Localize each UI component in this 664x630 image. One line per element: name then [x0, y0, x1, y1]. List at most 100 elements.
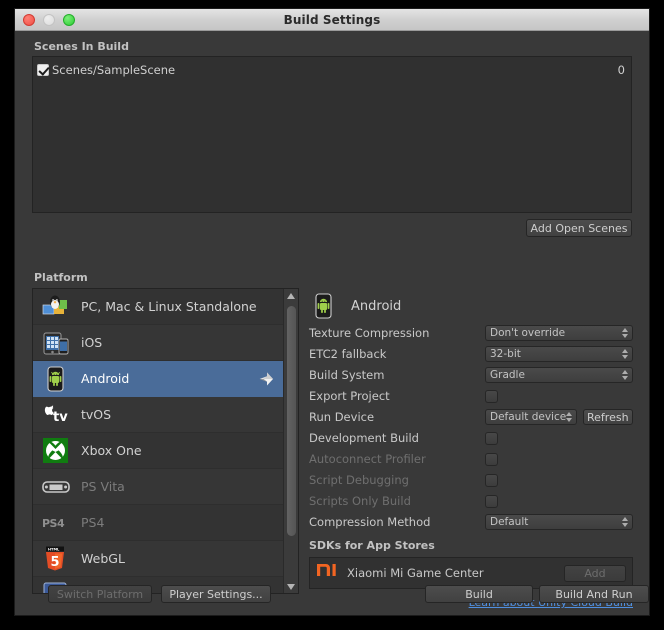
stepper-arrows-icon	[622, 349, 628, 359]
xbox-icon	[41, 437, 71, 464]
scripts-only-build-checkbox	[485, 494, 498, 508]
platform-item-xbox-one[interactable]: Xbox One	[33, 433, 283, 469]
setting-row-autoconnect-profiler: Autoconnect Profiler	[309, 450, 633, 468]
standalone-icon	[41, 294, 71, 320]
scenes-in-build-label: Scenes In Build	[34, 40, 129, 53]
setting-label: Script Debugging	[309, 473, 409, 487]
selected-platform-header: Android	[309, 288, 633, 324]
android-icon	[309, 293, 339, 319]
setting-label: Scripts Only Build	[309, 494, 411, 508]
platform-item-label: tvOS	[81, 407, 112, 422]
build-settings-window: Build Settings Scenes In Build Scenes/Sa…	[14, 8, 650, 616]
close-button[interactable]	[23, 13, 35, 26]
setting-label: Export Project	[309, 389, 390, 403]
svg-text:5: 5	[51, 555, 60, 570]
platform-item-standalone[interactable]: PC, Mac & Linux Standalone	[33, 289, 283, 325]
export-project-checkbox[interactable]	[485, 389, 498, 403]
build-and-run-button[interactable]: Build And Run	[539, 585, 649, 603]
setting-row-compression-method: Compression Method Default	[309, 513, 633, 531]
setting-row-build-system: Build System Gradle	[309, 366, 633, 384]
webgl-icon: HTML 5	[41, 546, 71, 572]
build-button[interactable]: Build	[425, 585, 533, 603]
dropdown-value: Don't override	[490, 327, 566, 339]
window-body: Scenes In Build Scenes/SampleScene 0 Add…	[15, 31, 649, 615]
tvos-icon: tv	[41, 402, 71, 428]
setting-row-script-debugging: Script Debugging	[309, 471, 633, 489]
platform-item-android[interactable]: Android	[33, 361, 283, 397]
build-system-dropdown[interactable]: Gradle	[485, 367, 633, 383]
platform-item-tvos[interactable]: tv tvOS	[33, 397, 283, 433]
platform-list[interactable]: PC, Mac & Linux Standalone iOS Android t…	[32, 288, 299, 594]
dropdown-value: Default device	[490, 411, 567, 423]
refresh-devices-button[interactable]: Refresh	[582, 409, 633, 425]
platform-item-label: PS4	[81, 515, 105, 530]
run-device-dropdown[interactable]: Default device	[485, 409, 577, 425]
setting-row-etc2-fallback: ETC2 fallback 32-bit	[309, 345, 633, 363]
ps4-icon: PS4	[41, 510, 71, 536]
setting-label: Compression Method	[309, 515, 431, 529]
platform-item-label: Xbox One	[81, 443, 142, 458]
switch-platform-button[interactable]: Switch Platform	[48, 585, 152, 603]
player-settings-button[interactable]: Player Settings...	[161, 585, 271, 603]
setting-row-export-project: Export Project	[309, 387, 633, 405]
platform-label: Platform	[34, 271, 88, 284]
setting-label: Autoconnect Profiler	[309, 452, 426, 466]
setting-label: Texture Compression	[309, 326, 430, 340]
setting-row-texture-compression: Texture Compression Don't override	[309, 324, 633, 342]
setting-row-development-build: Development Build	[309, 429, 633, 447]
compression-method-dropdown[interactable]: Default	[485, 514, 633, 530]
svg-text:PS4: PS4	[42, 517, 65, 530]
psvita-icon	[41, 474, 71, 500]
unity-logo-icon	[258, 371, 274, 387]
platform-list-scrollbar[interactable]	[283, 289, 298, 593]
scene-build-index: 0	[617, 62, 625, 77]
scene-path: Scenes/SampleScene	[52, 62, 176, 77]
autoconnect-profiler-checkbox	[485, 452, 498, 466]
stepper-arrows-icon	[622, 517, 628, 527]
minimize-button[interactable]	[43, 13, 55, 26]
setting-row-run-device: Run Device Default device Refresh	[309, 408, 633, 426]
selected-platform-title: Android	[351, 298, 402, 314]
setting-label: Build System	[309, 368, 385, 382]
scene-enabled-checkbox[interactable]	[37, 63, 49, 76]
setting-label: ETC2 fallback	[309, 347, 387, 361]
scroll-up-arrow-icon[interactable]	[284, 289, 298, 302]
window-title: Build Settings	[283, 12, 381, 27]
dropdown-value: Gradle	[490, 369, 525, 381]
add-open-scenes-button[interactable]: Add Open Scenes	[526, 219, 632, 237]
footer-bar: Switch Platform Player Settings... Build…	[15, 573, 649, 615]
android-icon	[41, 365, 71, 392]
setting-label: Development Build	[309, 431, 419, 445]
scenes-in-build-list[interactable]: Scenes/SampleScene 0	[32, 56, 632, 213]
svg-text:tv: tv	[53, 410, 68, 425]
dropdown-value: 32-bit	[490, 348, 521, 360]
zoom-button[interactable]	[63, 13, 75, 26]
sdks-for-app-stores-label: SDKs for App Stores	[309, 539, 435, 552]
platform-item-label: Android	[81, 371, 130, 386]
platform-settings-panel: Android Texture Compression Don't overri…	[309, 288, 633, 609]
script-debugging-checkbox	[485, 473, 498, 487]
platform-item-ios[interactable]: iOS	[33, 325, 283, 361]
stepper-arrows-icon	[622, 370, 628, 380]
platform-item-label: PS Vita	[81, 479, 125, 494]
setting-label: Run Device	[309, 410, 375, 424]
platform-item-ps-vita[interactable]: PS Vita	[33, 469, 283, 505]
texture-compression-dropdown[interactable]: Don't override	[485, 325, 633, 341]
platform-item-webgl[interactable]: HTML 5 WebGL	[33, 541, 283, 577]
platform-item-ps4[interactable]: PS4 PS4	[33, 505, 283, 541]
platform-item-label: iOS	[81, 335, 103, 350]
platform-item-label: WebGL	[81, 551, 125, 566]
etc2-fallback-dropdown[interactable]: 32-bit	[485, 346, 633, 362]
stepper-arrows-icon	[565, 412, 572, 422]
dropdown-value: Default	[490, 516, 529, 528]
ios-icon	[41, 330, 71, 356]
setting-row-scripts-only-build: Scripts Only Build	[309, 492, 633, 510]
scrollbar-thumb[interactable]	[287, 306, 296, 536]
development-build-checkbox[interactable]	[485, 431, 498, 445]
platform-item-label: PC, Mac & Linux Standalone	[81, 299, 257, 314]
stepper-arrows-icon	[622, 328, 628, 338]
window-controls	[15, 13, 75, 26]
svg-text:HTML: HTML	[48, 547, 60, 551]
title-bar: Build Settings	[15, 9, 649, 31]
scene-list-item[interactable]: Scenes/SampleScene 0	[33, 60, 631, 79]
